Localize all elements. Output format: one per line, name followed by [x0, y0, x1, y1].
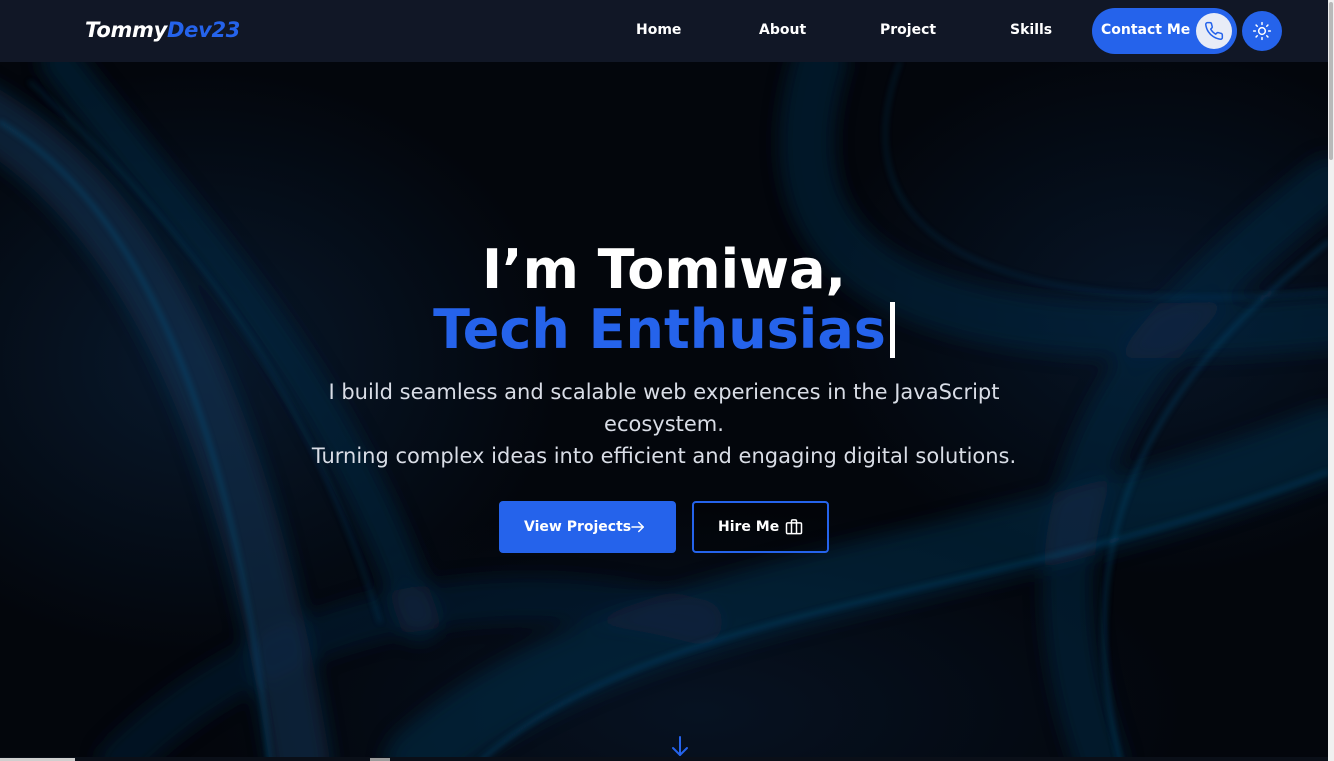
- page: TommyDev23 Home About Project Skills Con…: [0, 0, 1334, 761]
- phone-icon: [1196, 13, 1232, 49]
- nav-link-project[interactable]: Project: [880, 22, 936, 38]
- hire-me-label: Hire Me: [718, 519, 780, 535]
- theme-toggle-button[interactable]: [1242, 11, 1282, 51]
- typing-caret: [889, 302, 895, 358]
- hire-me-button[interactable]: Hire Me: [692, 501, 829, 553]
- logo-part1: Tommy: [85, 18, 167, 42]
- view-projects-label: View Projects: [524, 519, 632, 535]
- nav-link-skills[interactable]: Skills: [1010, 22, 1052, 38]
- logo-part2: Dev23: [167, 18, 241, 42]
- contact-me-button[interactable]: Contact Me: [1092, 8, 1237, 54]
- logo[interactable]: TommyDev23: [85, 18, 240, 42]
- hero-tagline: I build seamless and scalable web experi…: [300, 376, 1028, 472]
- view-projects-button[interactable]: View Projects: [499, 501, 676, 553]
- hero-heading-name: I’m Tomiwa,: [481, 238, 847, 301]
- tagline-line-2: Turning complex ideas into efficient and…: [311, 444, 1017, 468]
- scroll-down-button[interactable]: [668, 734, 692, 758]
- hero-heading-role: Tech Enthusias: [0, 298, 1328, 362]
- nav-link-about[interactable]: About: [759, 22, 806, 38]
- contact-me-label: Contact Me: [1101, 22, 1191, 38]
- tagline-line-1: I build seamless and scalable web experi…: [328, 380, 1000, 436]
- navbar: TommyDev23 Home About Project Skills Con…: [0, 0, 1328, 62]
- typed-role-text: Tech Enthusias: [433, 298, 886, 361]
- nav-link-home[interactable]: Home: [636, 22, 681, 38]
- vertical-scrollbar[interactable]: [1328, 0, 1334, 761]
- vertical-scrollbar-thumb[interactable]: [1329, 2, 1333, 160]
- horizontal-scrollbar[interactable]: [0, 757, 1328, 761]
